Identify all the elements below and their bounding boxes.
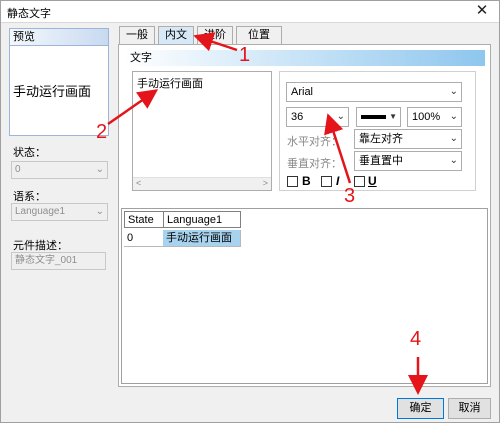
window-title: 静态文字 <box>7 8 51 20</box>
size-value: 36 <box>291 111 304 123</box>
preview-panel: 预览 手动运行画面 <box>9 28 109 136</box>
chevron-down-icon: ▼ <box>389 112 397 121</box>
underline-label: U <box>368 174 377 188</box>
chevron-down-icon: ⌄ <box>95 164 104 175</box>
preview-label: 预览 <box>10 29 108 46</box>
desc-label: 元件描述： <box>13 240 68 252</box>
table-header-state[interactable]: State <box>124 211 164 228</box>
state-select[interactable]: 0 ⌄ <box>11 161 108 179</box>
annotation-3: 3 <box>344 185 356 207</box>
v-align-select[interactable]: 垂直置中 ⌄ <box>354 151 462 171</box>
state-value: 0 <box>15 164 21 175</box>
desc-field[interactable]: 静态文字_001 <box>11 252 106 270</box>
close-icon[interactable]: ✕ <box>469 1 495 22</box>
zoom-value: 100% <box>412 111 441 123</box>
zoom-select[interactable]: 100% ⌄ <box>407 107 462 127</box>
color-swatch <box>361 115 386 119</box>
language-table: State Language1 0 手动运行画面 <box>121 208 488 384</box>
color-picker[interactable]: ▼ <box>356 107 401 127</box>
tab-advanced[interactable]: 进阶 <box>197 26 233 44</box>
horizontal-scrollbar[interactable]: < > <box>133 177 271 190</box>
language-select[interactable]: Language1 ⌄ <box>11 203 108 221</box>
chevron-down-icon: ⌄ <box>95 206 104 217</box>
scroll-left-icon[interactable]: < <box>136 178 141 188</box>
italic-checkbox[interactable] <box>321 176 332 187</box>
tab-general[interactable]: 一般 <box>119 26 155 44</box>
text-input-value: 手动运行画面 <box>137 78 203 90</box>
v-align-value: 垂直置中 <box>359 155 403 167</box>
state-label: 状态： <box>13 147 46 159</box>
annotation-2: 2 <box>96 121 108 143</box>
annotation-4: 4 <box>410 328 422 350</box>
font-select[interactable]: Arial ⌄ <box>286 82 462 102</box>
text-input[interactable]: 手动运行画面 < > <box>132 71 272 191</box>
scroll-right-icon[interactable]: > <box>263 178 268 188</box>
table-cell-state[interactable]: 0 <box>124 230 164 247</box>
table-cell-text[interactable]: 手动运行画面 <box>163 230 241 247</box>
ok-button[interactable]: 确定 <box>397 398 444 419</box>
preview-text: 手动运行画面 <box>13 85 92 100</box>
size-select[interactable]: 36 ⌄ <box>286 107 349 127</box>
underline-checkbox[interactable] <box>354 176 365 187</box>
chevron-down-icon: ⌄ <box>449 111 458 122</box>
chevron-down-icon: ⌄ <box>336 111 345 122</box>
tab-content[interactable]: 内文 <box>158 26 194 44</box>
bold-checkbox[interactable] <box>287 176 298 187</box>
cancel-button[interactable]: 取消 <box>448 398 491 419</box>
title-bar: 静态文字 ✕ <box>1 1 499 23</box>
text-group-title: 文字 <box>124 50 485 66</box>
chevron-down-icon: ⌄ <box>449 155 458 166</box>
h-align-label: 水平对齐： <box>287 136 342 148</box>
font-value: Arial <box>291 86 314 98</box>
table-header-language[interactable]: Language1 <box>163 211 241 228</box>
language-value: Language1 <box>15 206 66 217</box>
chevron-down-icon: ⌄ <box>449 133 458 144</box>
v-align-label: 垂直对齐： <box>287 158 342 170</box>
bold-label: B <box>302 174 311 188</box>
language-label: 语系： <box>13 191 46 203</box>
tab-position[interactable]: 位置 <box>236 26 282 44</box>
desc-value: 静态文字_001 <box>15 255 78 266</box>
italic-label: I <box>336 174 340 188</box>
h-align-value: 靠左对齐 <box>359 133 403 145</box>
annotation-1: 1 <box>239 44 251 66</box>
chevron-down-icon: ⌄ <box>449 86 458 97</box>
h-align-select[interactable]: 靠左对齐 ⌄ <box>354 129 462 149</box>
